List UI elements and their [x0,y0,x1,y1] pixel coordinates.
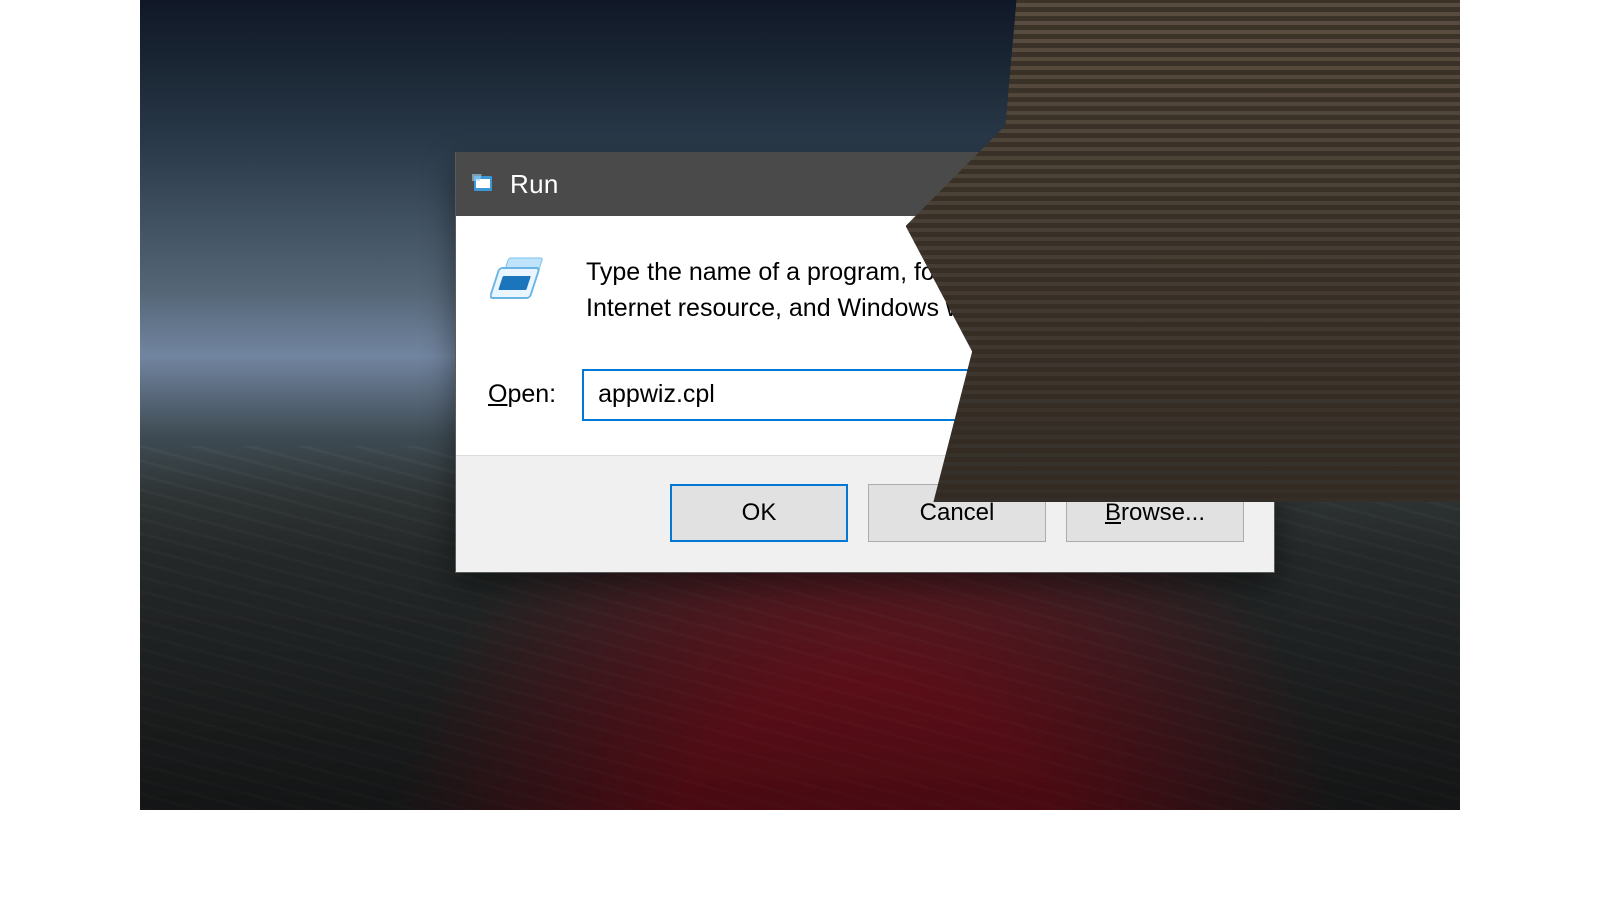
run-icon [470,171,496,197]
titlebar[interactable]: Run [456,152,1274,216]
window-title: Run [510,169,559,200]
browse-button-label: Browse... [1105,499,1205,527]
dialog-footer: OK Cancel Browse... [456,455,1274,572]
run-app-icon [486,254,558,310]
ok-button[interactable]: OK [670,484,848,542]
dialog-description: Type the name of a program, folder, docu… [586,254,1206,327]
chevron-down-icon[interactable] [1208,387,1232,403]
open-label: Open: [488,380,556,409]
run-dialog: Run [455,152,1275,573]
close-button[interactable] [1208,152,1268,216]
open-input[interactable] [598,380,1208,409]
cancel-button-label: Cancel [920,499,995,527]
browse-button[interactable]: Browse... [1066,484,1244,542]
ok-button-label: OK [742,499,777,527]
desktop-wallpaper: Run [140,0,1460,810]
close-icon [1228,174,1248,194]
dialog-body: Type the name of a program, folder, docu… [456,216,1274,455]
open-combobox[interactable] [582,369,1244,421]
cancel-button[interactable]: Cancel [868,484,1046,542]
